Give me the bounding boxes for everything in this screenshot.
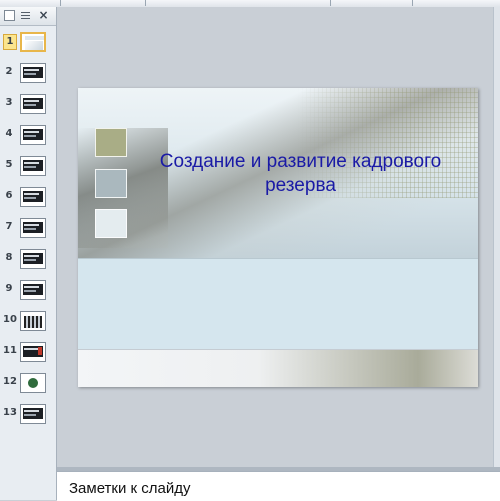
slide-number: 6 — [5, 190, 13, 201]
slide-thumbnail-row[interactable]: 12 — [0, 370, 56, 396]
slide-thumbnail[interactable] — [20, 187, 46, 207]
slide-thumbnail[interactable] — [20, 125, 46, 145]
slide-number: 1 — [3, 34, 17, 50]
slide-number: 11 — [3, 345, 17, 356]
slide-number: 7 — [5, 221, 13, 232]
slide-thumbnail-row[interactable]: 4 — [0, 122, 56, 148]
notes-pane[interactable]: Заметки к слайду — [57, 471, 500, 501]
slide-thumbnail[interactable] — [20, 156, 46, 176]
slide-number: 4 — [5, 128, 13, 139]
slide-number: 8 — [5, 252, 13, 263]
vertical-scrollbar[interactable] — [493, 7, 500, 467]
outline-icon[interactable] — [20, 10, 31, 21]
subtitle-placeholder[interactable] — [78, 258, 478, 350]
decor-square — [95, 128, 127, 157]
slide-number: 9 — [5, 283, 13, 294]
slide-footer-bar — [78, 349, 478, 387]
slide-thumbnail-row[interactable]: 10 — [0, 308, 56, 334]
slide-number: 13 — [3, 407, 17, 418]
slide-thumbnail-row[interactable]: 7 — [0, 215, 56, 241]
slide-number: 2 — [5, 66, 13, 77]
slide-thumbnail[interactable] — [20, 311, 46, 331]
close-icon[interactable]: × — [38, 9, 49, 21]
slide-number: 3 — [5, 97, 13, 108]
slide-thumbnail-row[interactable]: 3 — [0, 91, 56, 117]
slide-thumbnail[interactable] — [20, 249, 46, 269]
restore-icon[interactable] — [4, 10, 15, 21]
slide-title-line: Создание и развитие кадрового — [159, 151, 442, 172]
slide-thumbnail[interactable] — [20, 404, 46, 424]
slide-thumbnail[interactable] — [20, 63, 46, 83]
slide-thumbnail-row[interactable]: 2 — [0, 60, 56, 86]
slide-number: 12 — [3, 376, 17, 387]
slide-thumbnail-row[interactable]: 6 — [0, 184, 56, 210]
slide-thumbnail-row[interactable]: 1 — [0, 29, 56, 55]
slides-panel: × 1 2 3 4 5 6 7 8 9 10 11 12 13 — [0, 7, 57, 500]
slide-thumbnail[interactable] — [20, 32, 46, 52]
slide-thumbnail[interactable] — [20, 218, 46, 238]
slide-thumbnail-row[interactable]: 11 — [0, 339, 56, 365]
slide-thumbnail[interactable] — [20, 373, 46, 393]
slide-background: Создание и развитие кадрового резерва — [78, 88, 478, 258]
notes-placeholder: Заметки к слайду — [69, 480, 191, 497]
slide-thumbnail-row[interactable]: 13 — [0, 401, 56, 427]
slide-title-line: резерва — [265, 175, 336, 196]
decor-square — [95, 169, 127, 198]
slide-number: 5 — [5, 159, 13, 170]
decor-square — [95, 209, 127, 238]
slide-thumbnail-row[interactable]: 9 — [0, 277, 56, 303]
slides-panel-header: × — [0, 7, 56, 26]
slide-thumbnail-row[interactable]: 8 — [0, 246, 56, 272]
slide-thumbnail-row[interactable]: 5 — [0, 153, 56, 179]
slide-title[interactable]: Создание и развитие кадрового резерва — [143, 150, 458, 198]
slide-thumbnail[interactable] — [20, 94, 46, 114]
slide-thumbnail[interactable] — [20, 342, 46, 362]
slide-thumbnail[interactable] — [20, 280, 46, 300]
current-slide[interactable]: Создание и развитие кадрового резерва — [78, 88, 478, 387]
slide-number: 10 — [3, 314, 17, 325]
